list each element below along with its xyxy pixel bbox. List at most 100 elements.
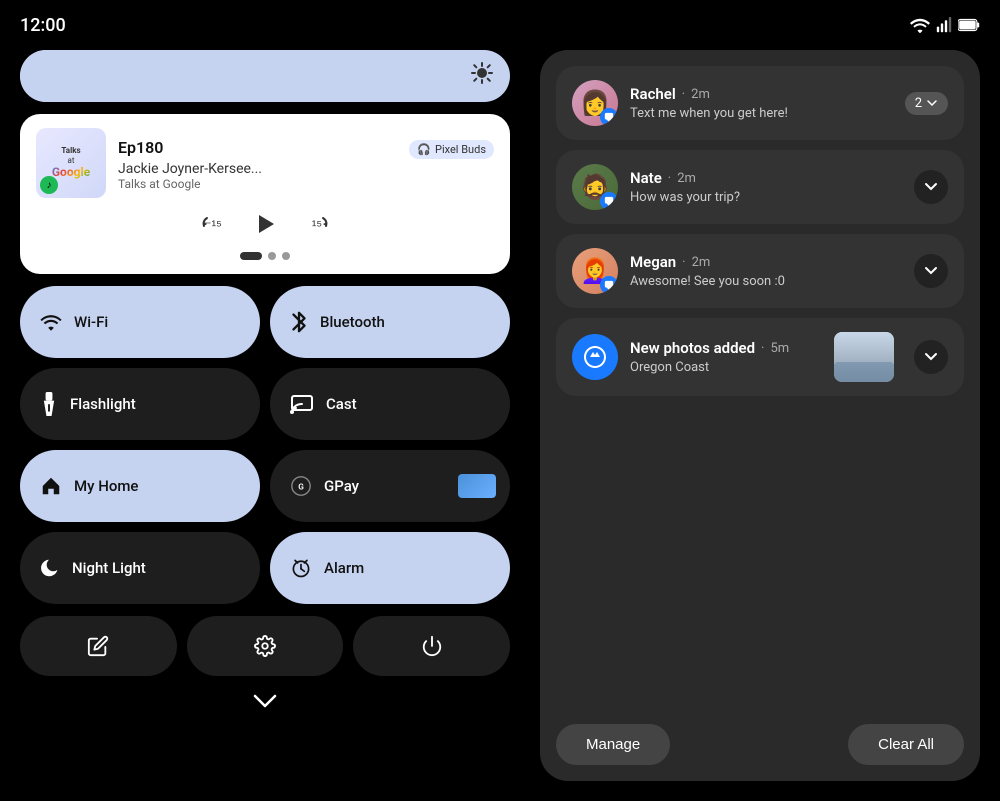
media-dot-3: [282, 252, 290, 260]
megan-message: Awesome! See you soon :0: [630, 274, 902, 289]
photos-thumbnail: [834, 332, 894, 382]
gpay-icon: G: [290, 475, 312, 497]
photos-subtitle: Oregon Coast: [630, 360, 822, 375]
alarm-label: Alarm: [324, 559, 364, 577]
rachel-dot: ·: [682, 87, 685, 102]
nate-expand-button[interactable]: [914, 170, 948, 204]
action-buttons: [20, 616, 510, 676]
message-badge-icon-nate: [600, 192, 618, 210]
tile-wifi[interactable]: Wi-Fi: [20, 286, 260, 358]
megan-name: Megan: [630, 253, 676, 271]
tile-myhome[interactable]: My Home: [20, 450, 260, 522]
bluetooth-label: Bluetooth: [320, 313, 385, 331]
megan-expand-button[interactable]: [914, 254, 948, 288]
notification-bottom-bar: Manage Clear All: [556, 720, 964, 765]
photos-expand-button[interactable]: [914, 340, 948, 374]
tiles-grid: Wi-Fi Bluetooth Flashlight: [20, 286, 510, 604]
media-buds: 🎧 Pixel Buds: [409, 140, 494, 159]
fastforward-button[interactable]: ¹⁵: [303, 210, 331, 238]
rachel-count: 2: [915, 96, 922, 111]
tile-gpay[interactable]: G GPay: [270, 450, 510, 522]
manage-button[interactable]: Manage: [556, 724, 670, 765]
rewind-button[interactable]: ⁻¹⁵: [199, 210, 227, 238]
settings-button[interactable]: [187, 616, 344, 676]
left-panel: Talks at Google ♪ Ep180 🎧 Pixel Buds Jac…: [20, 50, 510, 781]
notification-nate[interactable]: 🧔 Nate · 2m How was your trip?: [556, 150, 964, 224]
nate-dot: ·: [668, 171, 671, 186]
buds-icon: 🎧: [417, 143, 431, 156]
bluetooth-icon: [290, 310, 308, 334]
nightlight-label: Night Light: [72, 559, 146, 577]
megan-dot: ·: [682, 255, 685, 270]
myhome-label: My Home: [74, 477, 138, 495]
signal-status-icon: [936, 17, 952, 33]
message-badge-icon-megan: [600, 276, 618, 294]
avatar-megan: 👩‍🦰: [572, 248, 618, 294]
buds-label: Pixel Buds: [435, 143, 486, 156]
nate-name: Nate: [630, 169, 662, 187]
tile-nightlight[interactable]: Night Light: [20, 532, 260, 604]
photos-title: New photos added: [630, 339, 755, 357]
rachel-message: Text me when you get here!: [630, 106, 893, 121]
alarm-icon: [290, 557, 312, 579]
cast-icon: [290, 394, 314, 414]
nate-content: Nate · 2m How was your trip?: [630, 169, 902, 205]
megan-time: 2m: [692, 255, 711, 270]
gpay-card: [458, 474, 496, 498]
avatar-rachel: 👩: [572, 80, 618, 126]
notification-rachel[interactable]: 👩 Rachel · 2m Text me when you get here!…: [556, 66, 964, 140]
status-bar: 12:00: [0, 0, 1000, 50]
media-artwork: Talks at Google ♪: [36, 128, 106, 198]
status-icons: [910, 17, 980, 33]
media-dot-1: [240, 252, 262, 260]
gpay-label: GPay: [324, 477, 359, 495]
tile-cast[interactable]: Cast: [270, 368, 510, 440]
nate-message: How was your trip?: [630, 190, 902, 205]
message-badge-icon: [600, 108, 618, 126]
clear-all-button[interactable]: Clear All: [848, 724, 964, 765]
brightness-bar[interactable]: [20, 50, 510, 102]
media-subtitle: Talks at Google: [118, 177, 494, 191]
play-button[interactable]: [247, 206, 283, 242]
wifi-label: Wi-Fi: [74, 313, 108, 331]
tile-flashlight[interactable]: Flashlight: [20, 368, 260, 440]
rachel-name: Rachel: [630, 85, 676, 103]
megan-content: Megan · 2m Awesome! See you soon :0: [630, 253, 902, 289]
media-card: Talks at Google ♪ Ep180 🎧 Pixel Buds Jac…: [20, 114, 510, 274]
rachel-content: Rachel · 2m Text me when you get here!: [630, 85, 893, 121]
notification-photos[interactable]: New photos added · 5m Oregon Coast: [556, 318, 964, 396]
gpay-left: G GPay: [290, 475, 359, 497]
battery-status-icon: [958, 18, 980, 32]
status-time: 12:00: [20, 15, 66, 36]
svg-text:G: G: [298, 483, 304, 493]
media-dot-2: [268, 252, 276, 260]
photos-icon: [572, 334, 618, 380]
avatar-nate: 🧔: [572, 164, 618, 210]
media-title: Jackie Joyner-Kersee...: [118, 161, 494, 177]
spotify-icon: ♪: [40, 176, 58, 194]
chevron-down-container: [20, 688, 510, 714]
media-top: Talks at Google ♪ Ep180 🎧 Pixel Buds Jac…: [36, 128, 494, 198]
wifi-icon: [40, 313, 62, 331]
rachel-badge[interactable]: 2: [905, 92, 948, 115]
nate-time: 2m: [677, 171, 696, 186]
wifi-status-icon: [910, 17, 930, 33]
tile-alarm[interactable]: Alarm: [270, 532, 510, 604]
photos-content: New photos added · 5m Oregon Coast: [630, 339, 822, 375]
edit-button[interactable]: [20, 616, 177, 676]
svg-text:¹⁵: ¹⁵: [312, 217, 322, 233]
media-controls: ⁻¹⁵ ¹⁵: [36, 206, 494, 242]
power-button[interactable]: [353, 616, 510, 676]
photos-thumb-inner: [834, 332, 894, 382]
media-info: Ep180 🎧 Pixel Buds Jackie Joyner-Kersee.…: [118, 136, 494, 191]
home-icon: [40, 475, 62, 497]
chevron-down-button[interactable]: [253, 688, 277, 714]
photos-thumb-wave: [834, 362, 894, 382]
notification-megan[interactable]: 👩‍🦰 Megan · 2m Awesome! See you soon :0: [556, 234, 964, 308]
notifications-panel: 👩 Rachel · 2m Text me when you get here!…: [540, 50, 980, 781]
rachel-time: 2m: [691, 87, 710, 102]
photos-time: 5m: [770, 341, 789, 356]
tile-bluetooth[interactable]: Bluetooth: [270, 286, 510, 358]
media-dots: [36, 252, 494, 260]
flashlight-label: Flashlight: [70, 395, 136, 413]
